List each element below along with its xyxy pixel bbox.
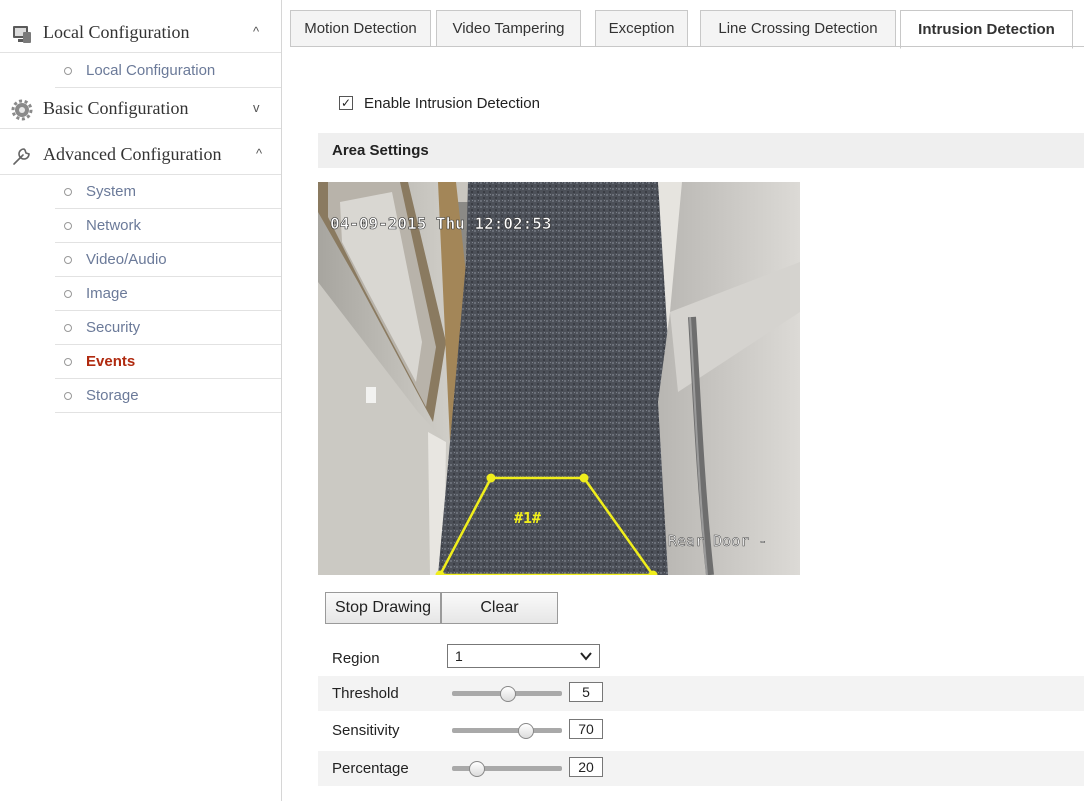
sidebar-item-events[interactable]: Events bbox=[55, 345, 281, 379]
camera-frame: #1# 04-09-2015 Thu 12:02:53 Rear Door - bbox=[318, 182, 800, 575]
sidebar-item-label: Video/Audio bbox=[86, 251, 167, 268]
sidebar-item-label: Storage bbox=[86, 387, 139, 404]
area-settings-title: Area Settings bbox=[332, 142, 429, 159]
sidebar-item-label: Security bbox=[86, 319, 141, 336]
bullet-icon bbox=[64, 256, 72, 264]
sidebar-item-label: Local Configuration bbox=[86, 62, 216, 79]
chevron-up-icon[interactable]: ^ bbox=[256, 146, 262, 161]
wrench-icon bbox=[13, 148, 30, 165]
sidebar-section-advanced-configuration[interactable]: Advanced Configuration ^ bbox=[0, 135, 281, 175]
sidebar-section-title: Local Configuration bbox=[43, 22, 190, 42]
region-select-value: 1 bbox=[455, 648, 463, 664]
sidebar-item-storage[interactable]: Storage bbox=[55, 379, 281, 413]
slider-thumb[interactable] bbox=[500, 686, 516, 702]
sidebar-item-label: Events bbox=[86, 353, 136, 370]
percentage-slider[interactable] bbox=[452, 761, 562, 777]
region-vertex-handle bbox=[579, 473, 589, 483]
gear-icon bbox=[11, 99, 33, 121]
tab-exception[interactable]: Exception bbox=[595, 10, 688, 47]
sensitivity-value[interactable]: 70 bbox=[569, 719, 603, 739]
sensitivity-row: Sensitivity 70 bbox=[318, 713, 1084, 748]
stop-drawing-button[interactable]: Stop Drawing bbox=[325, 592, 441, 624]
sidebar-item-security[interactable]: Security bbox=[55, 311, 281, 345]
sidebar-item-label: Image bbox=[86, 285, 128, 302]
percentage-value[interactable]: 20 bbox=[569, 757, 603, 777]
tab-line-crossing-detection[interactable]: Line Crossing Detection bbox=[700, 10, 896, 47]
chevron-down-icon bbox=[580, 652, 592, 661]
monitor-icon bbox=[13, 26, 31, 43]
slider-track bbox=[452, 728, 562, 733]
tab-motion-detection[interactable]: Motion Detection bbox=[290, 10, 431, 47]
enable-intrusion-checkbox[interactable]: ✓ bbox=[339, 96, 353, 110]
sidebar-section-local-configuration[interactable]: Local Configuration ^ bbox=[0, 13, 281, 53]
tab-underline bbox=[290, 46, 1084, 47]
video-preview[interactable]: #1# 04-09-2015 Thu 12:02:53 Rear Door - bbox=[318, 182, 800, 575]
bullet-icon bbox=[64, 358, 72, 366]
enable-intrusion-row: ✓ Enable Intrusion Detection bbox=[339, 93, 540, 113]
bullet-icon bbox=[64, 67, 72, 75]
sidebar-item-system[interactable]: System bbox=[55, 175, 281, 209]
osd-camera-name: Rear Door - bbox=[668, 532, 767, 550]
region-number-label: #1# bbox=[514, 509, 541, 527]
sidebar-item-label: System bbox=[86, 183, 137, 200]
percentage-row: Percentage 20 bbox=[318, 751, 1084, 786]
sensitivity-label: Sensitivity bbox=[332, 722, 400, 739]
area-settings-header: Area Settings bbox=[318, 133, 1084, 168]
threshold-label: Threshold bbox=[332, 685, 399, 702]
enable-intrusion-label: Enable Intrusion Detection bbox=[364, 94, 540, 112]
region-row: Region 1 bbox=[318, 641, 1084, 676]
sidebar-item-video-audio[interactable]: Video/Audio bbox=[55, 243, 281, 277]
chevron-down-icon[interactable]: v bbox=[253, 100, 260, 115]
sidebar: Local Configuration ^ Local Configuratio… bbox=[0, 0, 281, 801]
region-vertex-handle bbox=[486, 473, 496, 483]
region-label: Region bbox=[332, 650, 380, 667]
slider-thumb[interactable] bbox=[469, 761, 486, 777]
tab-intrusion-detection[interactable]: Intrusion Detection bbox=[900, 10, 1073, 49]
threshold-slider[interactable] bbox=[452, 686, 562, 702]
tab-video-tampering[interactable]: Video Tampering bbox=[436, 10, 581, 47]
sensitivity-slider[interactable] bbox=[452, 723, 562, 739]
sidebar-divider bbox=[281, 0, 282, 801]
bullet-icon bbox=[64, 188, 72, 196]
percentage-label: Percentage bbox=[332, 760, 409, 777]
bullet-icon bbox=[64, 392, 72, 400]
bullet-icon bbox=[64, 324, 72, 332]
slider-thumb[interactable] bbox=[517, 723, 534, 739]
sidebar-item-label: Network bbox=[86, 217, 142, 234]
osd-timestamp: 04-09-2015 Thu 12:02:53 bbox=[330, 214, 552, 233]
threshold-value[interactable]: 5 bbox=[569, 682, 603, 702]
sidebar-section-basic-configuration[interactable]: Basic Configuration v bbox=[0, 89, 281, 129]
region-select[interactable]: 1 bbox=[447, 644, 600, 668]
sidebar-item-network[interactable]: Network bbox=[55, 209, 281, 243]
sidebar-item-local-configuration[interactable]: Local Configuration bbox=[55, 54, 281, 88]
bullet-icon bbox=[64, 222, 72, 230]
bullet-icon bbox=[64, 290, 72, 298]
threshold-row: Threshold 5 bbox=[318, 676, 1084, 711]
sidebar-item-image[interactable]: Image bbox=[55, 277, 281, 311]
clear-button[interactable]: Clear bbox=[441, 592, 558, 624]
sidebar-section-title: Basic Configuration bbox=[43, 98, 189, 118]
sidebar-section-title: Advanced Configuration bbox=[43, 144, 222, 164]
chevron-up-icon[interactable]: ^ bbox=[253, 24, 259, 39]
